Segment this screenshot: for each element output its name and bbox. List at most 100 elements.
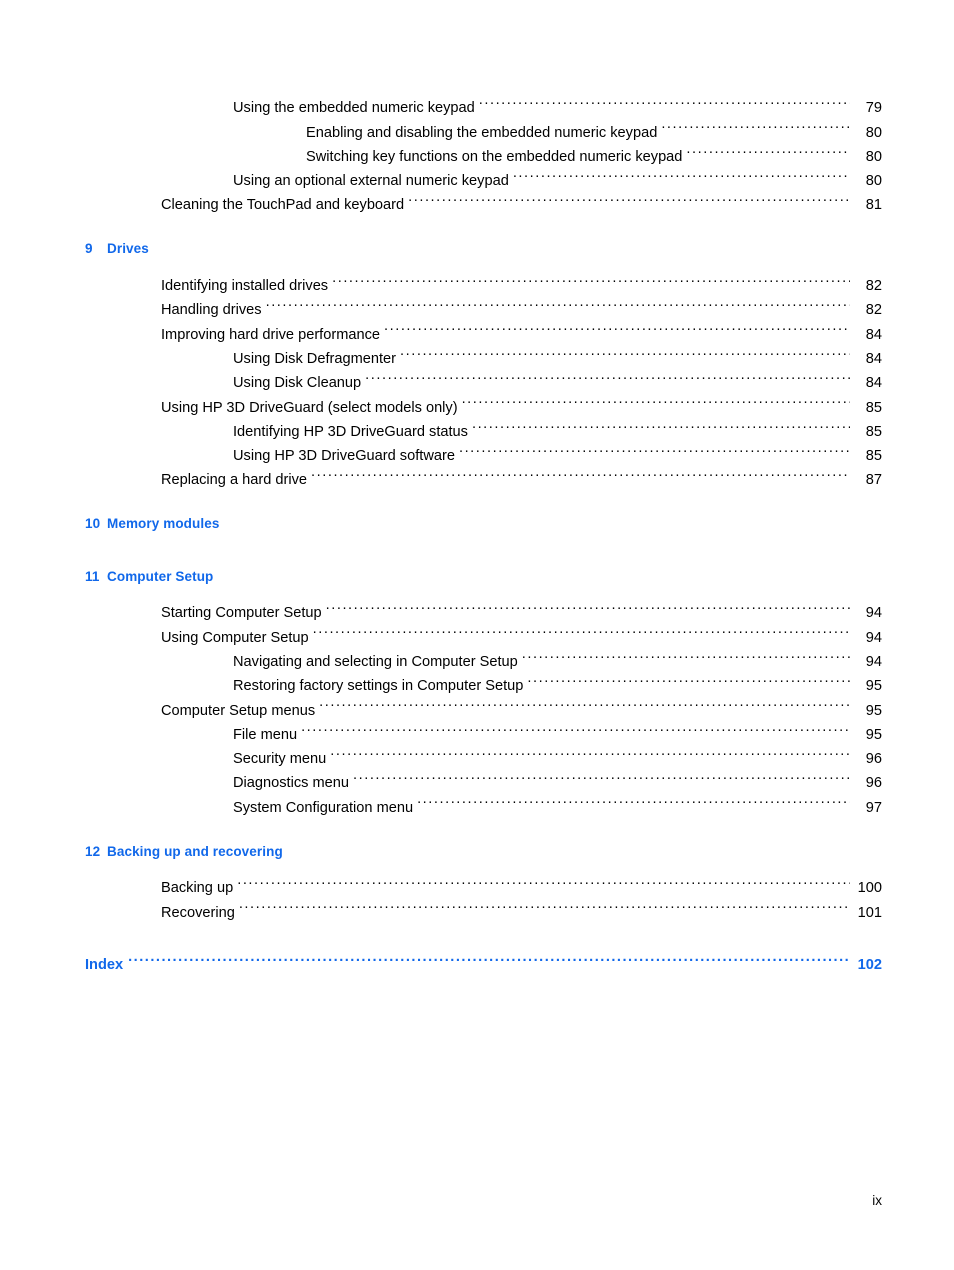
dot-leader: [513, 161, 850, 185]
dot-leader: [459, 436, 850, 460]
dot-leader: [313, 617, 850, 641]
dot-leader: [686, 137, 850, 161]
toc-entry-label: Using Disk Cleanup: [233, 375, 362, 392]
toc-entry-label: Using HP 3D DriveGuard (select models on…: [161, 399, 458, 416]
dot-leader: [472, 412, 850, 436]
toc-entry-label: File menu: [233, 726, 298, 743]
dot-leader: [266, 290, 850, 314]
footer-page-number: ix: [872, 1193, 882, 1208]
toc-entry-label: Security menu: [233, 751, 327, 768]
dot-leader: [408, 185, 850, 209]
toc-entry-page-number: 96: [865, 751, 882, 768]
toc-entry-label: Using the embedded numeric keypad: [233, 100, 475, 117]
dot-leader: [237, 868, 850, 892]
toc-page: Using the embedded numeric keypad 79 Enabl…: [0, 0, 954, 1270]
chapter-number: 11: [85, 568, 100, 584]
dot-leader: [301, 715, 850, 739]
toc-entry[interactable]: Enabling and disabling the embedded nume…: [85, 112, 882, 140]
toc-entry-label: Starting Computer Setup: [161, 605, 322, 622]
dot-leader: [384, 314, 850, 338]
dot-leader: [332, 266, 850, 290]
toc-entry-page-number: 94: [865, 629, 882, 646]
toc-entry[interactable]: System Configuration menu 97: [85, 787, 882, 815]
table-of-contents: Using the embedded numeric keypad 79 Enabl…: [85, 88, 882, 973]
toc-entry-page-number: 94: [865, 653, 882, 670]
toc-entry[interactable]: Starting Computer Setup 94: [85, 593, 882, 621]
dot-leader: [128, 945, 850, 969]
toc-entry-page-number: 97: [865, 799, 882, 816]
toc-entry-page-number: 96: [865, 775, 882, 792]
toc-entry-page-number: 85: [865, 423, 882, 440]
dot-leader: [239, 892, 850, 916]
toc-entry-label: Replacing a hard drive: [161, 472, 308, 489]
dot-leader: [319, 690, 850, 714]
toc-entry-label: Identifying HP 3D DriveGuard status: [233, 423, 468, 440]
toc-entry-label: Cleaning the TouchPad and keyboard: [161, 197, 405, 214]
dot-leader: [353, 763, 850, 787]
toc-entry-page-number: 84: [865, 350, 882, 367]
toc-entry-page-number: 95: [865, 678, 882, 695]
dot-leader: [522, 642, 850, 666]
toc-entry[interactable]: Using HP 3D DriveGuard software85: [85, 436, 882, 464]
toc-entry-label: Improving hard drive performance: [161, 326, 381, 343]
dot-leader: [479, 88, 850, 112]
dot-leader: [365, 363, 850, 387]
chapter-heading[interactable]: 9 Drives: [85, 237, 882, 261]
toc-entry-page-number: 94: [865, 605, 882, 622]
toc-entry-page-number: 82: [865, 278, 882, 295]
dot-leader: [661, 112, 850, 136]
toc-entry-page-number: 100: [857, 880, 882, 897]
dot-leader: [400, 339, 850, 363]
toc-entry-page-number: 85: [865, 448, 882, 465]
toc-entry-label: Navigating and selecting in Computer Set…: [233, 653, 518, 670]
toc-entry-page-number: 80: [865, 124, 882, 141]
dot-leader: [326, 593, 850, 617]
chapter-number: 9: [85, 241, 93, 257]
chapter-title: Backing up and recovering: [107, 843, 283, 859]
dot-leader: [330, 739, 850, 763]
toc-entry-page-number: 79: [865, 100, 882, 117]
chapter-heading[interactable]: 10 Memory modules: [85, 512, 882, 536]
toc-entry-page-number: 80: [865, 173, 882, 190]
toc-entry-page-number: 85: [865, 399, 882, 416]
toc-entry-page-number: 95: [865, 702, 882, 719]
toc-entry[interactable]: Computer Setup menus 95: [85, 690, 882, 718]
toc-entry-page-number: 84: [865, 375, 882, 392]
toc-entry-label: Computer Setup menus: [161, 702, 316, 719]
toc-entry[interactable]: Identifying installed drives82: [85, 266, 882, 294]
toc-entry-label: Diagnostics menu: [233, 775, 349, 792]
chapter-number: 10: [85, 516, 101, 532]
toc-entry-label: Enabling and disabling the embedded nume…: [306, 124, 658, 141]
toc-entry-label: Using Computer Setup: [161, 629, 309, 646]
toc-entry[interactable]: Diagnostics menu 96: [85, 763, 882, 791]
index-page-number: 102: [857, 956, 882, 973]
toc-entry-page-number: 101: [857, 904, 882, 921]
toc-entry-page-number: 82: [865, 302, 882, 319]
chapter-number: 12: [85, 843, 101, 859]
chapter-title: Computer Setup: [107, 568, 214, 584]
chapter-title: Drives: [107, 241, 149, 257]
toc-entry-page-number: 87: [865, 472, 882, 489]
toc-entry-label: System Configuration menu: [233, 799, 414, 816]
dot-leader: [311, 460, 850, 484]
toc-entry[interactable]: Using Disk Cleanup 84: [85, 363, 882, 391]
index-label: Index: [85, 956, 124, 973]
toc-entry-page-number: 81: [865, 197, 882, 214]
toc-entry[interactable]: Replacing a hard drive 87: [85, 460, 882, 488]
toc-entry-page-number: 84: [865, 326, 882, 343]
toc-entry[interactable]: Cleaning the TouchPad and keyboard 81: [85, 185, 882, 213]
toc-entry-label: Recovering: [161, 904, 235, 921]
toc-entry[interactable]: Using HP 3D DriveGuard (select models on…: [85, 387, 882, 415]
chapter-heading[interactable]: 11 Computer Setup: [85, 565, 882, 589]
toc-entry-label: Handling drives: [161, 302, 262, 319]
dot-leader: [462, 387, 850, 411]
dot-leader: [527, 666, 850, 690]
chapter-heading[interactable]: 12 Backing up and recovering: [85, 840, 882, 864]
toc-entry-label: Backing up: [161, 880, 234, 897]
toc-entry[interactable]: Using the embedded numeric keypad 79: [85, 88, 882, 116]
toc-entry[interactable]: Backing up 100: [85, 868, 882, 896]
toc-entry-page-number: 95: [865, 726, 882, 743]
index-entry[interactable]: Index 102: [85, 945, 882, 973]
toc-entry[interactable]: Security menu 96: [85, 739, 882, 767]
